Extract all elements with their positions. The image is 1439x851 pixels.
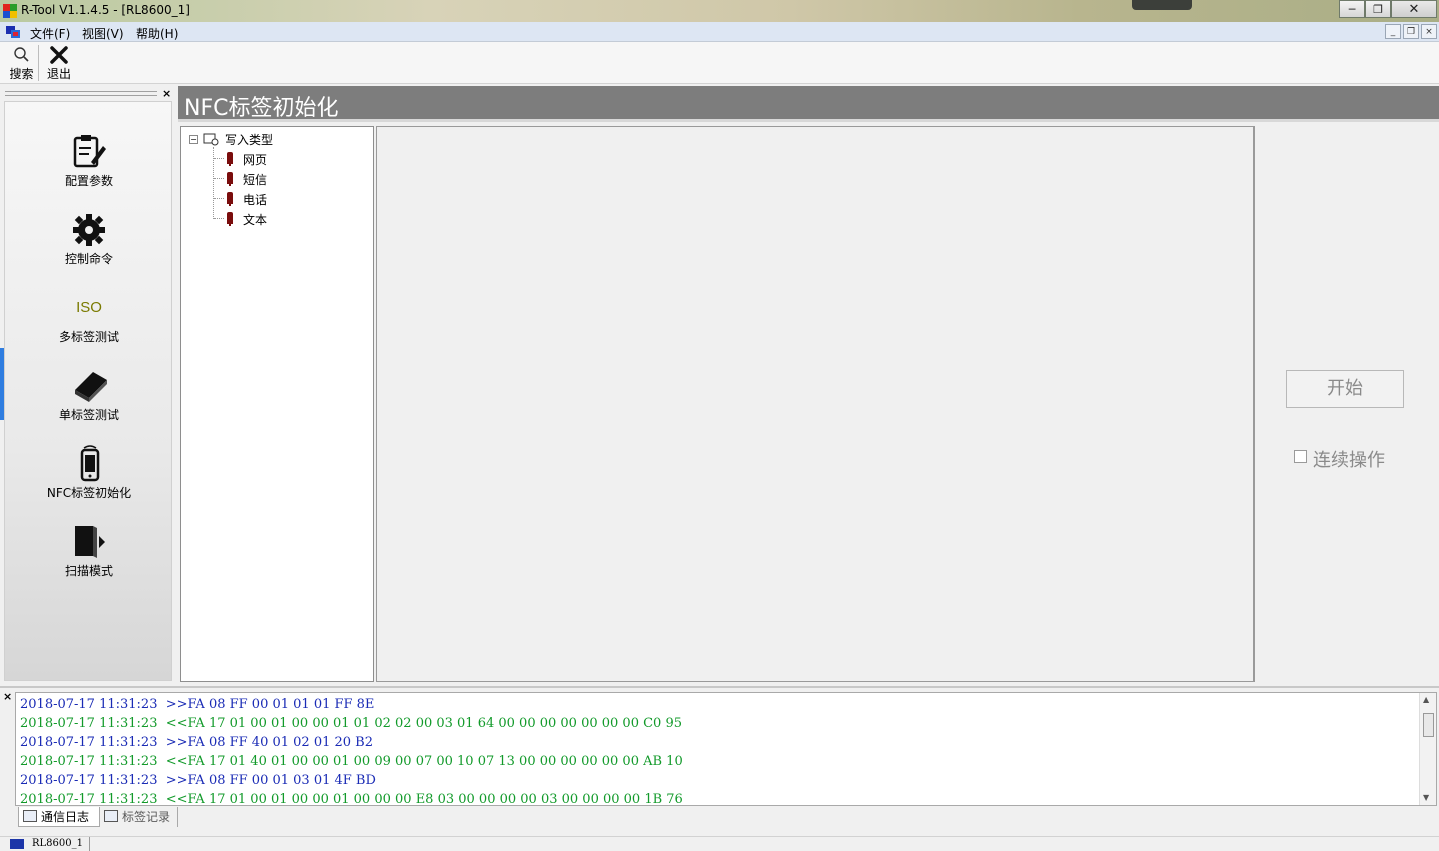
log-scrollbar[interactable]: ▲ ▼	[1419, 693, 1436, 805]
search-icon	[14, 47, 29, 62]
device-icon	[10, 839, 24, 849]
maximize-button[interactable]: ❐	[1365, 0, 1391, 18]
tag-pin-icon	[227, 192, 233, 206]
active-indicator	[0, 348, 4, 420]
log-line: 2018-07-17 11:31:23 >>FA 08 FF 00 01 03 …	[20, 773, 376, 788]
search-label: 搜索	[9, 67, 34, 81]
book-icon	[75, 372, 107, 402]
content-header: NFC标签初始化	[178, 86, 1439, 122]
record-icon	[104, 810, 118, 822]
log-line: 2018-07-17 11:31:23 >>FA 08 FF 40 01 02 …	[20, 735, 373, 750]
editor-panel[interactable]	[376, 126, 1255, 682]
start-button[interactable]: 开始	[1286, 370, 1404, 408]
mdi-close-button[interactable]: ×	[1421, 24, 1437, 39]
app-icon	[3, 4, 17, 18]
action-panel: 开始 连续操作	[1256, 126, 1439, 682]
tree-root-label[interactable]: 写入类型	[225, 131, 273, 148]
menu-view[interactable]: 视图(V)	[82, 25, 124, 42]
nav-close-icon[interactable]: ×	[162, 87, 171, 100]
nav-item-nfc-init[interactable]: NFC标签初始化	[5, 444, 173, 518]
meter-decoration	[1132, 0, 1192, 10]
nav-item-scan-mode[interactable]: 扫描模式	[5, 522, 173, 596]
tag-pin-icon	[227, 212, 233, 226]
tab-comm-log[interactable]: 通信日志	[18, 807, 100, 827]
tab-tag-records[interactable]: 标签记录	[100, 807, 178, 827]
log-line: 2018-07-17 11:31:23 <<FA 17 01 00 01 00 …	[20, 716, 682, 731]
nav-item-multi-tag[interactable]: ISO 多标签测试	[5, 288, 173, 362]
title-bar: R-Tool V1.1.4.5 - [RL8600_1] ─ ❐ ✕	[0, 0, 1439, 22]
write-type-tree: − 写入类型 网页 短信 电话 文本	[180, 126, 374, 682]
log-close-icon[interactable]: ×	[3, 690, 12, 703]
continuous-label[interactable]: 连续操作	[1313, 446, 1385, 472]
nav-label-single-tag: 单标签测试	[58, 408, 119, 422]
tree-item-webpage[interactable]: 网页	[243, 151, 267, 168]
continuous-checkbox[interactable]	[1294, 450, 1307, 463]
scroll-down-icon[interactable]: ▼	[1423, 793, 1429, 802]
nav-item-single-tag[interactable]: 单标签测试	[5, 366, 173, 440]
phone-icon	[80, 445, 100, 482]
window-title: R-Tool V1.1.4.5 - [RL8600_1]	[21, 3, 190, 17]
page-title: NFC标签初始化	[184, 96, 339, 121]
mdi-window-icon[interactable]	[6, 26, 20, 38]
exit-label: 退出	[46, 67, 71, 81]
nav-label-control: 控制命令	[64, 252, 113, 266]
tree-collapse-toggle[interactable]: −	[189, 135, 198, 144]
tree-item-text[interactable]: 文本	[243, 211, 267, 228]
log-icon	[23, 810, 37, 822]
nav-label-scan-mode: 扫描模式	[64, 564, 113, 578]
nav-item-control[interactable]: 控制命令	[5, 210, 173, 284]
mdi-restore-button[interactable]: ❐	[1403, 24, 1419, 39]
status-device: RL8600_1	[2, 837, 90, 851]
nav-label-multi-tag: 多标签测试	[58, 330, 119, 344]
menu-file[interactable]: 文件(F)	[30, 25, 70, 42]
panel-grip[interactable]	[5, 91, 157, 96]
tag-pin-icon	[227, 152, 233, 166]
log-list[interactable]: 2018-07-17 11:31:23 >>FA 08 FF 00 01 01 …	[15, 692, 1437, 806]
nav-item-config[interactable]: 配置参数	[5, 132, 173, 206]
log-panel: × 2018-07-17 11:31:23 >>FA 08 FF 00 01 0…	[0, 686, 1439, 806]
log-line: 2018-07-17 11:31:23 >>FA 08 FF 00 01 01 …	[20, 697, 375, 712]
left-nav-panel: × 配置参数 控制命令 ISO 多标签测试 单标签测试 NFC标签初始化 扫描模…	[0, 85, 176, 685]
status-bar: RL8600_1	[0, 836, 1439, 851]
exit-x-icon	[50, 46, 68, 64]
scroll-thumb[interactable]	[1423, 713, 1434, 737]
nav-box: 配置参数 控制命令 ISO 多标签测试 单标签测试 NFC标签初始化 扫描模式	[4, 101, 172, 681]
folder-settings-icon	[203, 133, 219, 146]
exit-button[interactable]: 退出	[42, 45, 76, 81]
toolbar: 搜索 退出	[0, 42, 1439, 84]
search-button[interactable]: 搜索	[5, 45, 39, 81]
menu-bar: 文件(F) 视图(V) 帮助(H) _ ❐ ×	[0, 22, 1439, 42]
menu-help[interactable]: 帮助(H)	[136, 25, 178, 42]
log-line: 2018-07-17 11:31:23 <<FA 17 01 00 01 00 …	[20, 792, 683, 806]
mdi-minimize-button[interactable]: _	[1385, 24, 1401, 39]
tree-item-phone[interactable]: 电话	[243, 191, 267, 208]
log-line: 2018-07-17 11:31:23 <<FA 17 01 40 01 00 …	[20, 754, 683, 769]
scroll-up-icon[interactable]: ▲	[1423, 695, 1429, 704]
tree-item-sms[interactable]: 短信	[243, 171, 267, 188]
minimize-button[interactable]: ─	[1339, 0, 1365, 18]
close-button[interactable]: ✕	[1391, 0, 1437, 18]
log-tabs: 通信日志 标签记录	[0, 806, 1439, 830]
nav-label-config: 配置参数	[64, 174, 113, 188]
gear-icon	[73, 214, 105, 246]
nav-label-nfc-init: NFC标签初始化	[46, 486, 132, 500]
tag-pin-icon	[227, 172, 233, 186]
iso-icon: ISO	[76, 299, 102, 316]
door-exit-icon	[75, 526, 105, 558]
config-icon	[73, 135, 106, 168]
